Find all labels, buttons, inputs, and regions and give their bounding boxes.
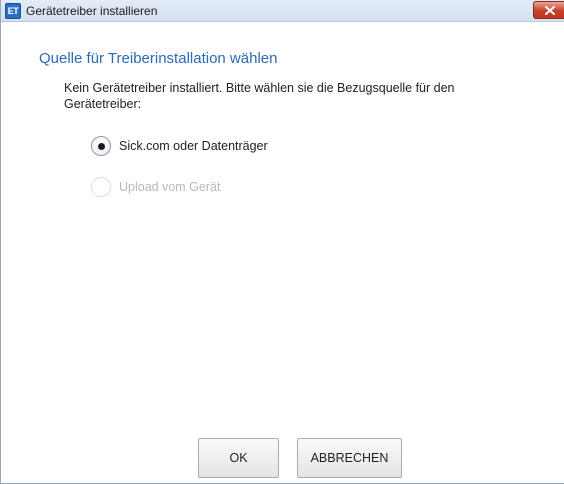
et-app-icon: ET [5, 3, 21, 19]
radio-button-checked[interactable] [91, 136, 111, 156]
close-button[interactable] [533, 1, 564, 19]
radio-button-disabled [91, 177, 111, 197]
radio-option-upload: Upload vom Gerät [91, 176, 220, 198]
cancel-button[interactable]: ABBRECHEN [297, 438, 402, 478]
radio-option-sick[interactable]: Sick.com oder Datenträger [91, 135, 268, 157]
radio-label-sick: Sick.com oder Datenträger [119, 139, 268, 153]
window-title: Gerätetreiber installieren [26, 4, 158, 18]
ok-button[interactable]: OK [198, 438, 279, 478]
dialog-window: ET Gerätetreiber installieren Quelle für… [0, 0, 564, 484]
close-icon [545, 6, 555, 15]
description-text: Kein Gerätetreiber installiert. Bitte wä… [64, 81, 455, 111]
radio-label-upload: Upload vom Gerät [119, 180, 221, 194]
title-bar: ET Gerätetreiber installieren [1, 0, 564, 22]
page-heading: Quelle für Treiberinstallation wählen [39, 50, 278, 67]
